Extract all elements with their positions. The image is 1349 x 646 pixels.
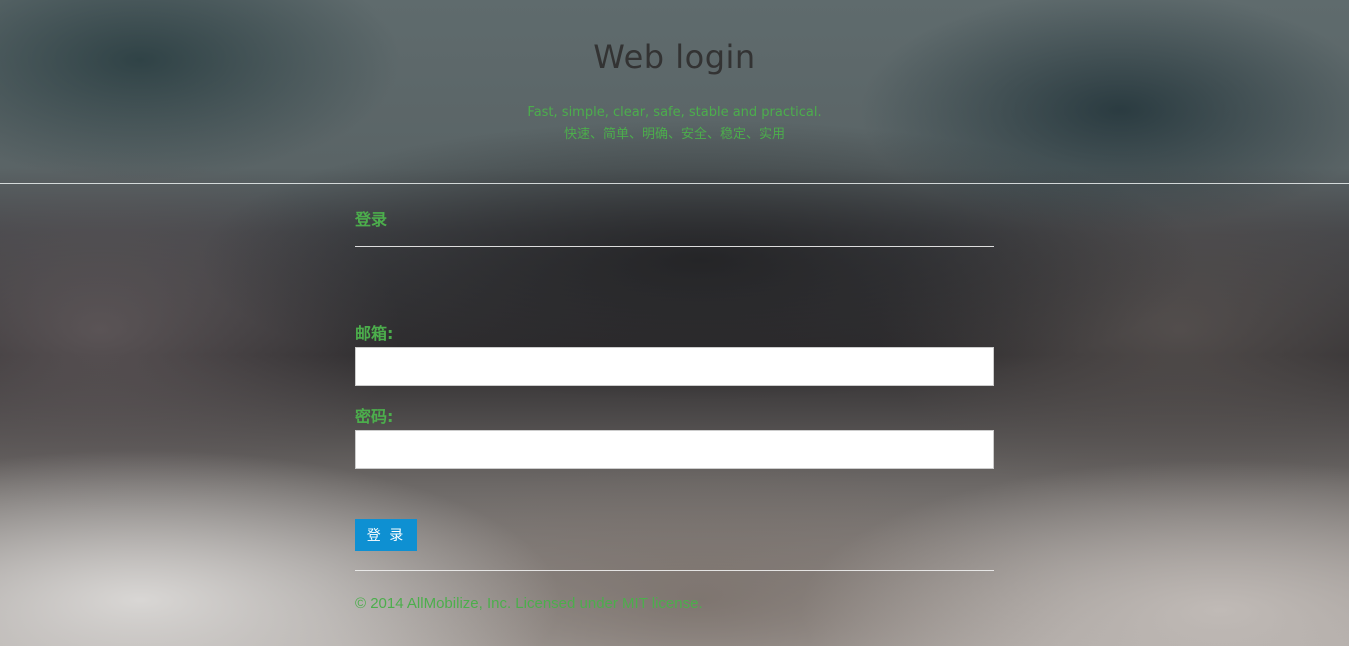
tagline: Fast, simple, clear, safe, stable and pr… bbox=[0, 102, 1349, 146]
page-header: Web login Fast, simple, clear, safe, sta… bbox=[0, 0, 1349, 184]
login-section-title: 登录 bbox=[355, 206, 994, 247]
password-label: 密码: bbox=[355, 407, 394, 426]
tagline-chinese: 快速、简单、明确、安全、稳定、实用 bbox=[563, 127, 785, 142]
footer-divider bbox=[355, 570, 994, 571]
login-button[interactable]: 登 录 bbox=[355, 519, 417, 551]
password-field[interactable] bbox=[355, 430, 994, 469]
email-field[interactable] bbox=[355, 347, 994, 386]
tagline-english: Fast, simple, clear, safe, stable and pr… bbox=[527, 105, 822, 120]
footer-copyright: © 2014 AllMobilize, Inc. Licensed under … bbox=[355, 595, 703, 612]
email-label: 邮箱: bbox=[355, 324, 394, 343]
login-form: 登录 邮箱: 密码: 登 录 © 2014 AllMobilize, Inc. … bbox=[355, 184, 994, 612]
page-title: Web login bbox=[593, 38, 756, 76]
